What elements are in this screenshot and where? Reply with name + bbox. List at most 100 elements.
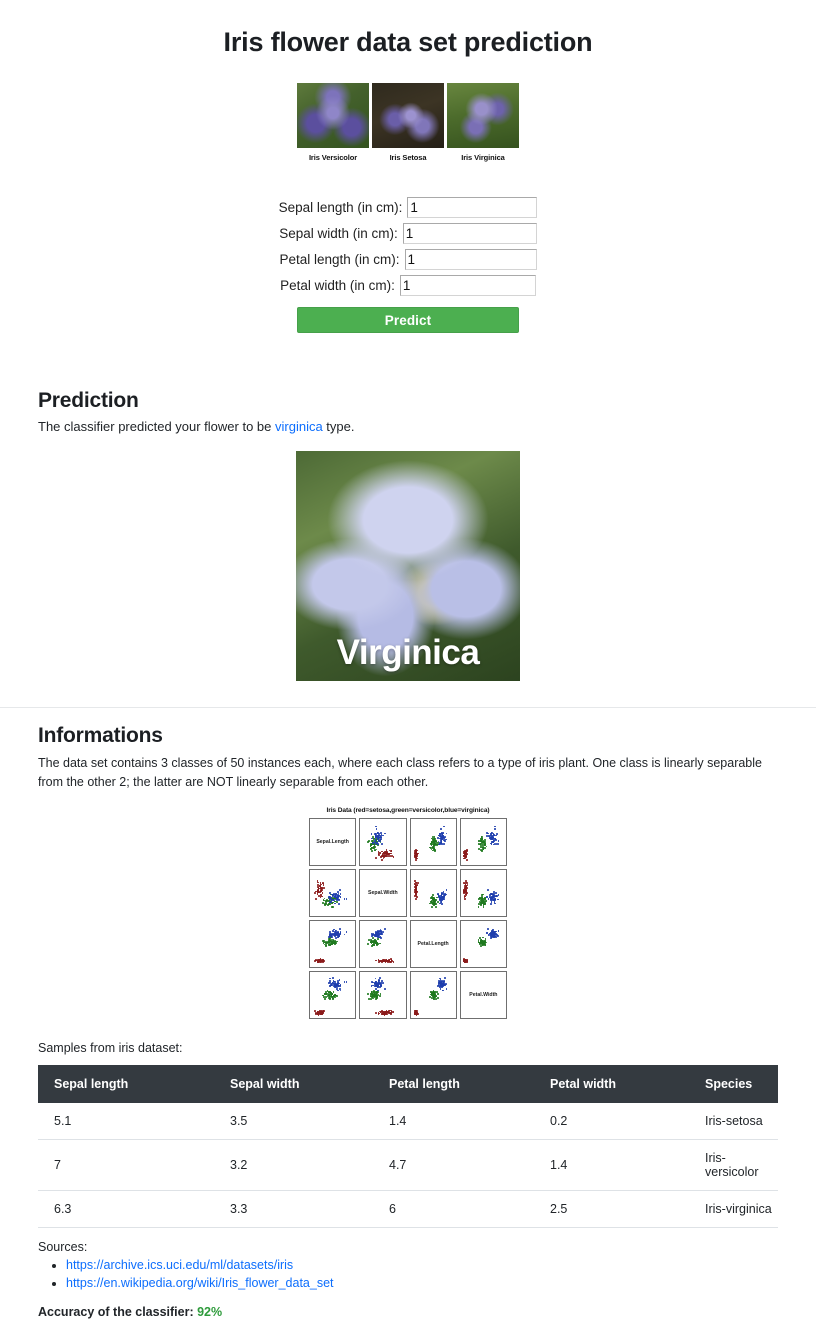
scatter-point: [382, 931, 384, 934]
scatter-point: [336, 989, 339, 992]
cell-species: Iris-setosa: [689, 1102, 778, 1140]
scatter-point: [372, 842, 375, 844]
scatter-point: [497, 842, 499, 845]
scatter-point: [492, 896, 495, 898]
cell-sepal-length: 5.1: [38, 1102, 214, 1140]
scatter-point: [434, 995, 436, 997]
samples-table-head: Sepal length Sepal width Petal length Pe…: [38, 1064, 778, 1103]
scatter-point: [443, 839, 446, 842]
scatter-point: [415, 855, 417, 858]
scatter-point: [332, 941, 334, 944]
scatter-point: [371, 934, 373, 937]
scatter-point: [483, 941, 486, 944]
accuracy-line: Accuracy of the classifier: 92%: [38, 1305, 778, 1319]
scatter-point: [480, 904, 482, 906]
table-row: 7 3.2 4.7 1.4 Iris-versicolor: [38, 1139, 778, 1191]
column-header-species: Species: [689, 1064, 778, 1103]
source-link-wikipedia[interactable]: https://en.wikipedia.org/wiki/Iris_flowe…: [66, 1276, 334, 1290]
scatter-point: [336, 987, 339, 990]
source-link-uci[interactable]: https://archive.ics.uci.edu/ml/datasets/…: [66, 1258, 293, 1272]
scatter-point: [481, 902, 483, 904]
prediction-sentence-suffix: type.: [322, 419, 355, 435]
scatter-point: [380, 843, 383, 845]
sepal-length-input[interactable]: [407, 197, 538, 219]
prediction-result-image-container: Virginica: [0, 451, 816, 682]
scatter-point: [380, 858, 383, 861]
scatter-point: [415, 893, 417, 896]
scatter-point: [388, 855, 391, 858]
scatter-point: [435, 905, 437, 908]
iris-scatter-matrix-figure: Iris Data (red=setosa,green=versicolor,b…: [294, 806, 522, 1019]
scatter-matrix-panel-2-1: [359, 919, 407, 968]
scatter-point: [442, 989, 444, 992]
samples-table: Sepal length Sepal width Petal length Pe…: [38, 1064, 778, 1228]
scatter-point: [345, 931, 348, 933]
scatter-point: [443, 977, 446, 980]
petal-length-input[interactable]: [404, 249, 537, 271]
scatter-point: [382, 857, 385, 860]
species-cell-setosa: Iris Setosa: [372, 83, 444, 167]
scatter-point: [331, 936, 334, 939]
scatter-point: [445, 889, 448, 891]
scatter-point: [374, 977, 377, 980]
scatter-point: [335, 901, 338, 903]
scatter-point: [367, 943, 370, 945]
scatter-point: [477, 905, 480, 908]
iris-versicolor-photo: [297, 83, 369, 149]
scatter-matrix-variable-label: Sepal.Width: [368, 889, 398, 896]
scatter-point: [371, 981, 373, 984]
scatter-point: [434, 902, 437, 904]
scatter-matrix-panel-0-3: [459, 817, 507, 866]
species-strip-container: Iris Versicolor Iris Setosa Iris Virgini…: [0, 83, 816, 168]
scatter-matrix-diagonal-sepal-width: Sepal.Width: [359, 868, 407, 917]
scatter-point: [335, 933, 338, 936]
scatter-point: [375, 827, 378, 830]
samples-table-body: 5.1 3.5 1.4 0.2 Iris-setosa 7 3.2 4.7 1.…: [38, 1102, 778, 1228]
scatter-point: [322, 942, 325, 944]
form-row-petal-width: Petal width (in cm):: [0, 275, 816, 297]
petal-width-input[interactable]: [399, 275, 536, 297]
accuracy-label: Accuracy of the classifier:: [38, 1304, 194, 1319]
scatter-point: [443, 893, 446, 895]
scatter-point: [367, 993, 370, 995]
scatter-point: [494, 892, 497, 894]
sepal-width-input[interactable]: [402, 223, 537, 245]
scatter-point: [332, 998, 334, 1000]
cell-petal-length: 6: [373, 1190, 534, 1228]
predict-button[interactable]: Predict: [297, 307, 519, 334]
predicted-species-link[interactable]: virginica: [275, 419, 323, 434]
scatter-point: [338, 928, 341, 930]
scatter-matrix-panel-0-1: [359, 817, 407, 866]
scatter-point: [493, 834, 495, 836]
scatter-point: [487, 889, 490, 891]
scatter-point: [317, 881, 319, 884]
cell-petal-width: 1.4: [534, 1139, 689, 1191]
scatter-point: [480, 894, 483, 896]
scatter-point: [493, 892, 495, 895]
column-header-petal-width: Petal width: [534, 1064, 689, 1103]
scatter-point: [377, 1012, 380, 1015]
scatter-point: [378, 836, 381, 839]
scatter-matrix-diagonal-petal-width: Petal.Width: [459, 970, 507, 1019]
scatter-point: [442, 896, 445, 898]
scatter-point: [483, 841, 486, 844]
scatter-point: [495, 895, 497, 898]
scatter-point: [490, 903, 493, 905]
scatter-point: [387, 1012, 390, 1014]
cell-petal-width: 2.5: [534, 1190, 689, 1228]
scatter-point: [337, 982, 340, 984]
scatter-point: [493, 932, 495, 934]
scatter-point: [375, 857, 378, 859]
scatter-point: [375, 987, 377, 990]
scatter-point: [431, 894, 434, 896]
scatter-point: [464, 898, 466, 900]
scatter-matrix-panel-1-3: [459, 868, 507, 917]
form-row-sepal-length: Sepal length (in cm):: [0, 197, 816, 219]
scatter-point: [382, 834, 384, 837]
scatter-point: [379, 994, 381, 997]
scatter-matrix-panel-3-0: [309, 970, 357, 1019]
scatter-point: [484, 847, 486, 849]
scatter-point: [495, 834, 497, 837]
scatter-point: [490, 936, 492, 939]
cell-sepal-length: 6.3: [38, 1190, 214, 1228]
